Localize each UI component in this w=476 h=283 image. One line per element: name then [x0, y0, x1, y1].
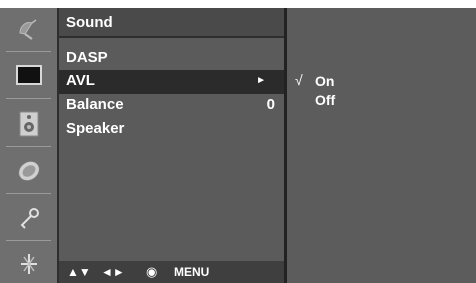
menu-title: Sound [66, 14, 113, 31]
osd-menu: Sound DASP AVL ► Balance 0 Speaker ▲▼ ◄►… [0, 0, 476, 283]
avl-submenu-panel: √ On Off [284, 8, 476, 283]
menu-item-avl[interactable]: AVL ► [59, 70, 284, 94]
left-right-arrows-icon: ◄► [101, 265, 125, 279]
menu-item-label: DASP [66, 49, 108, 66]
screen-icon[interactable] [6, 58, 51, 94]
speaker-icon[interactable] [6, 106, 51, 142]
submenu-item-on[interactable]: √ On [287, 72, 476, 92]
category-icon-column [0, 8, 57, 283]
menu-item-dasp[interactable]: DASP [59, 47, 284, 71]
checkmark-icon: √ [295, 72, 303, 88]
up-down-arrows-icon: ▲▼ [67, 265, 91, 279]
menu-item-speaker[interactable]: Speaker [59, 118, 284, 142]
submenu-item-label: On [315, 73, 335, 89]
right-arrow-icon: ► [256, 75, 266, 86]
plug-icon[interactable] [6, 246, 51, 282]
key-icon[interactable] [6, 200, 51, 236]
satellite-dish-icon[interactable] [6, 12, 51, 48]
menu-item-label: Balance [66, 96, 124, 113]
balance-value: 0 [266, 96, 275, 113]
menu-hint-label: MENU [174, 265, 210, 279]
menu-item-balance[interactable]: Balance 0 [59, 94, 284, 118]
menu-item-label: AVL [66, 72, 95, 89]
clock-icon[interactable] [6, 153, 51, 189]
submenu-item-off[interactable]: Off [287, 91, 476, 111]
sound-menu-panel: Sound DASP AVL ► Balance 0 Speaker ▲▼ ◄►… [57, 8, 284, 283]
submenu-item-label: Off [315, 92, 336, 108]
ok-button-icon: ◉ [146, 264, 158, 279]
menu-header: Sound [59, 8, 284, 38]
menu-item-label: Speaker [66, 120, 125, 137]
navigation-hint-bar: ▲▼ ◄► ◉ MENU [59, 261, 284, 283]
